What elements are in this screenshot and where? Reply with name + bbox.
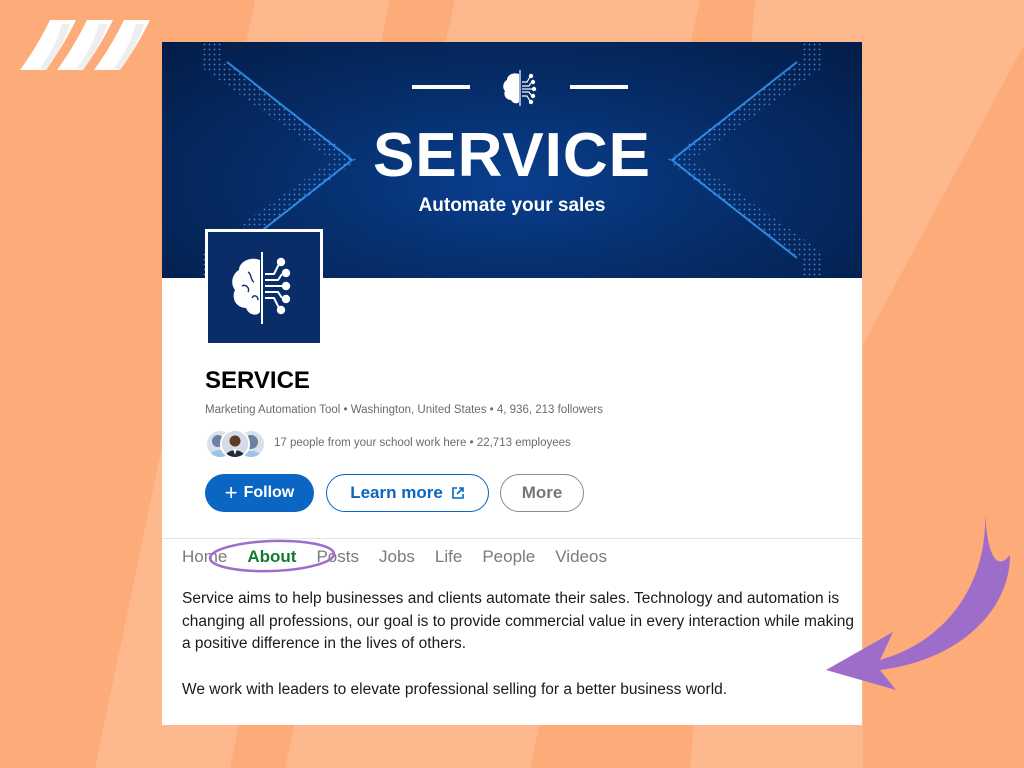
brain-circuit-icon bbox=[503, 70, 537, 106]
learn-more-label: Learn more bbox=[350, 483, 443, 502]
avatar bbox=[220, 429, 250, 459]
plus-icon: + bbox=[224, 480, 238, 505]
divider bbox=[162, 538, 862, 539]
tab-jobs[interactable]: Jobs bbox=[379, 547, 415, 567]
more-button[interactable]: More bbox=[500, 474, 584, 512]
company-page-card: SERVICE Automate your sales SERVICE Mark… bbox=[162, 42, 862, 725]
brain-circuit-icon bbox=[232, 252, 291, 324]
banner-subtitle: Automate your sales bbox=[418, 195, 606, 216]
tab-people[interactable]: People bbox=[482, 547, 535, 567]
company-name: SERVICE bbox=[205, 367, 310, 394]
avatar-group bbox=[205, 429, 269, 459]
about-paragraph: We work with leaders to elevate professi… bbox=[182, 680, 728, 698]
page-tabs: Home About Posts Jobs Life People Videos bbox=[182, 547, 627, 567]
tab-posts[interactable]: Posts bbox=[316, 547, 359, 567]
follow-label: Follow bbox=[243, 484, 295, 501]
tab-home[interactable]: Home bbox=[182, 547, 227, 567]
tab-life[interactable]: Life bbox=[435, 547, 462, 567]
follow-button[interactable]: + Follow bbox=[205, 474, 314, 512]
about-paragraph: Service aims to help businesses and clie… bbox=[182, 590, 855, 652]
banner-title: SERVICE bbox=[372, 121, 652, 190]
learn-more-button[interactable]: Learn more bbox=[326, 474, 489, 512]
connections-text: 17 people from your school work here • 2… bbox=[274, 437, 571, 449]
banner-rule-left bbox=[412, 85, 470, 89]
company-meta: Marketing Automation Tool • Washington, … bbox=[205, 404, 603, 416]
tab-about[interactable]: About bbox=[247, 547, 296, 567]
banner-rule-right bbox=[570, 85, 628, 89]
about-section: Service aims to help businesses and clie… bbox=[182, 588, 857, 724]
tab-videos[interactable]: Videos bbox=[555, 547, 607, 567]
company-logo[interactable] bbox=[205, 229, 323, 346]
external-link-icon bbox=[451, 487, 464, 499]
connections-row[interactable]: 17 people from your school work here • 2… bbox=[205, 429, 571, 459]
brand-logo-icon bbox=[20, 20, 150, 70]
